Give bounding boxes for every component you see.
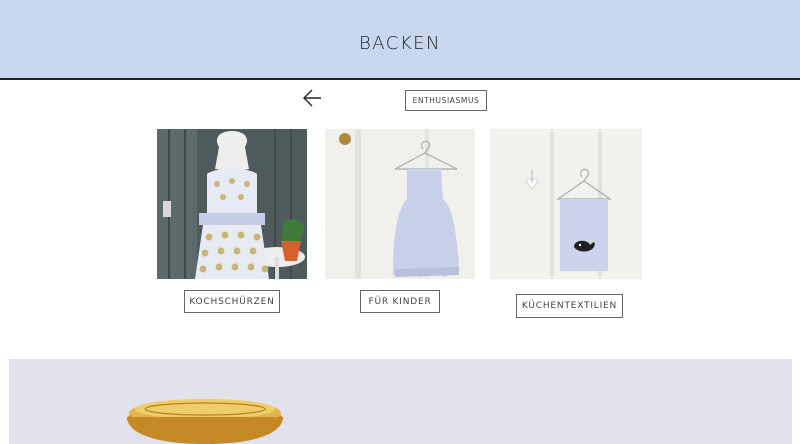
page-header: BACKEN (0, 0, 800, 80)
kochschuerzen-image[interactable] (157, 129, 307, 279)
kuechentextilien-button[interactable]: KÜCHENTEXTILIEN (516, 294, 623, 318)
bottom-banner (9, 359, 792, 444)
kuechentextilien-image[interactable] (490, 129, 642, 279)
fuer-kinder-image[interactable] (325, 129, 475, 279)
fuer-kinder-button[interactable]: FÜR KINDER (360, 290, 440, 313)
back-arrow-icon[interactable] (302, 88, 322, 108)
page-title: BACKEN (359, 33, 441, 54)
kochschuerzen-button[interactable]: KOCHSCHÜRZEN (184, 290, 280, 313)
bread-illustration (127, 399, 283, 444)
enthusiasmus-button[interactable]: ENTHUSIASMUS (405, 90, 487, 111)
